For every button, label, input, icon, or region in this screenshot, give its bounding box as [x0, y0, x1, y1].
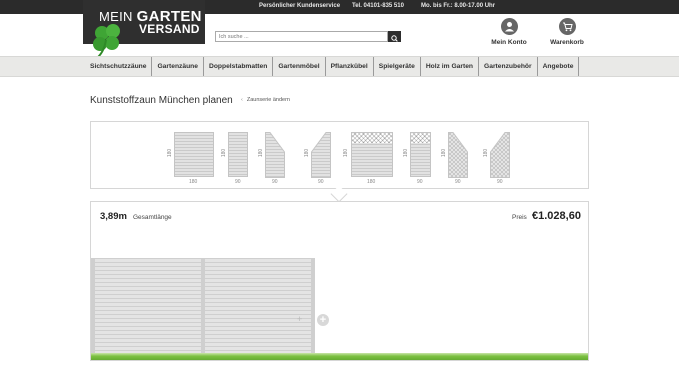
fence-element-square-slats[interactable]: 180 180 — [167, 130, 214, 185]
nav-gartenzaeune[interactable]: Gartenzäune — [152, 57, 204, 76]
element-height: 180 — [167, 148, 174, 158]
element-height: 180 — [221, 148, 228, 158]
chevron-left-icon: ‹ — [241, 97, 243, 103]
cart-label: Warenkorb — [550, 39, 584, 46]
element-width: 180 — [367, 179, 376, 185]
element-height: 180 — [258, 148, 265, 158]
user-icon — [500, 18, 518, 35]
element-height: 180 — [304, 148, 311, 158]
search-input[interactable] — [215, 31, 388, 42]
element-width: 90 — [497, 179, 503, 185]
fence-element-square-lattice[interactable]: 180 180 — [343, 130, 394, 185]
element-height: 180 — [483, 148, 490, 158]
element-width: 90 — [235, 179, 241, 185]
fence-element-half-slats[interactable]: 180 90 — [220, 130, 248, 185]
fence-post — [311, 258, 315, 357]
nav-sichtschutzzaeune[interactable]: Sichtschutzzäune — [84, 57, 153, 76]
fence-panel[interactable] — [94, 258, 202, 357]
nav-angebote[interactable]: Angebote — [538, 57, 580, 76]
fence-element-slope-down-slats[interactable]: 180 90 — [257, 130, 285, 185]
phone-number[interactable]: Tel. 04101-835 510 — [352, 3, 404, 9]
account-label: Mein Konto — [491, 39, 527, 46]
nav-spielgeraete[interactable]: Spielgeräte — [374, 57, 421, 76]
cart-link[interactable]: Warenkorb — [542, 18, 592, 46]
element-width: 180 — [189, 179, 198, 185]
service-text: Persönlicher Kundenservice — [259, 3, 341, 9]
element-height: 180 — [441, 148, 448, 158]
opening-hours: Mo. bis Fr.: 8.00-17.00 Uhr — [421, 3, 496, 9]
nav-gartenmoebel[interactable]: Gartenmöbel — [273, 57, 326, 76]
total-price: €1.028,60 — [532, 210, 581, 222]
total-length: 3,89m — [100, 211, 127, 222]
change-series-link[interactable]: ‹ Zaunserie ändern — [241, 97, 290, 103]
plus-icon: + — [297, 314, 303, 324]
element-width: 90 — [318, 179, 324, 185]
nav-holz-im-garten[interactable]: Holz im Garten — [421, 57, 480, 76]
search-icon — [391, 35, 398, 42]
nav-pflanzkuebel[interactable]: Pflanzkübel — [326, 57, 374, 76]
nav-doppelstabmatten[interactable]: Doppelstabmatten — [204, 57, 274, 76]
account-link[interactable]: Mein Konto — [484, 18, 534, 46]
clover-icon — [93, 24, 120, 59]
fence-panel[interactable] — [204, 258, 312, 357]
logo-line-2: VERSAND — [139, 22, 200, 36]
fence-element-slope-down-lattice[interactable]: 180 90 — [440, 130, 468, 185]
nav-gartenzubehoer[interactable]: Gartenzubehör — [479, 57, 538, 76]
grass-strip — [91, 353, 588, 360]
price-label: Preis — [512, 214, 527, 221]
fence-element-slope-up-lattice[interactable]: 180 90 — [482, 130, 510, 185]
page-title: Kunststoffzaun München planen — [90, 95, 233, 106]
fence-planner-preview: 3,89m Gesamtlänge Preis €1.028,60 + + — [90, 201, 589, 361]
cart-icon — [558, 18, 576, 35]
element-height: 180 — [403, 148, 410, 158]
element-width: 90 — [455, 179, 461, 185]
element-height: 180 — [343, 148, 350, 158]
search-button[interactable] — [388, 31, 401, 42]
fence-element-half-lattice[interactable]: 180 90 — [402, 130, 432, 185]
fence-element-selector: 180 180 180 90 180 90 180 90 180 180 180… — [90, 121, 589, 189]
element-width: 90 — [417, 179, 423, 185]
add-element-button[interactable]: + — [317, 314, 329, 326]
element-width: 90 — [272, 179, 278, 185]
fence-element-slope-up-slats[interactable]: 180 90 — [303, 130, 331, 185]
main-nav: Sichtschutzzäune Gartenzäune Doppelstabm… — [0, 56, 679, 77]
total-length-label: Gesamtlänge — [133, 214, 172, 221]
